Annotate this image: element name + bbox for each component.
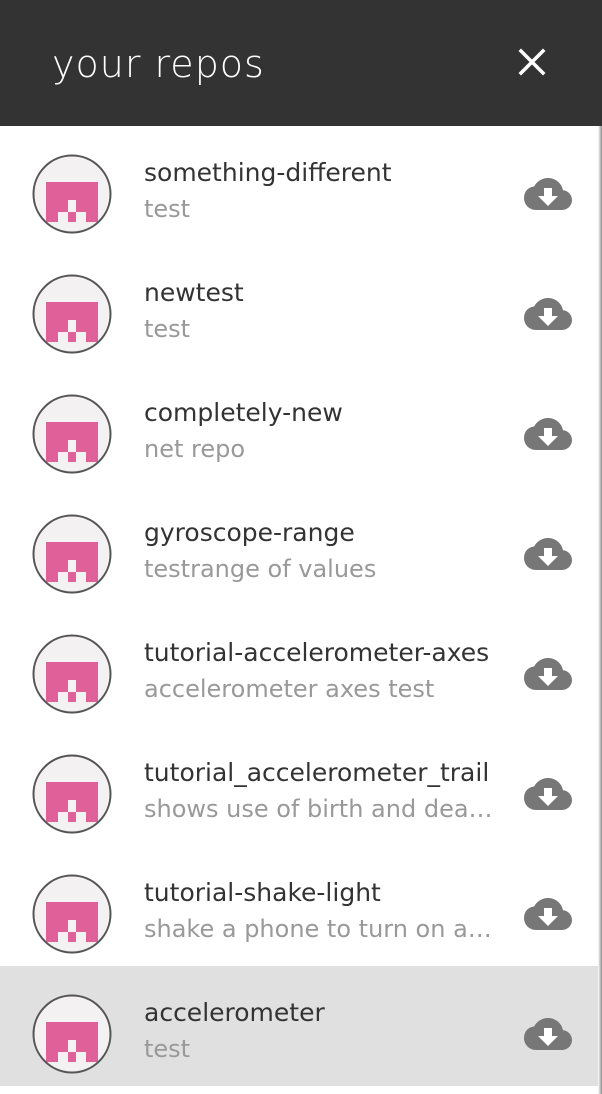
repo-name: tutorial_accelerometer_trail <box>144 758 490 787</box>
repo-avatar <box>32 394 112 474</box>
download-button[interactable] <box>524 1014 572 1054</box>
repo-description: accelerometer axes test <box>144 675 435 703</box>
header-bar: your repos <box>0 0 602 126</box>
repo-avatar <box>32 274 112 354</box>
identicon-avatar-icon <box>32 634 112 714</box>
download-button[interactable] <box>524 174 572 214</box>
repo-avatar <box>32 154 112 234</box>
repo-name: something-different <box>144 158 392 187</box>
repo-description: test <box>144 1035 191 1063</box>
download-button[interactable] <box>524 534 572 574</box>
repo-name: tutorial-accelerometer-axes <box>144 638 490 667</box>
identicon-avatar-icon <box>32 754 112 834</box>
page-title: your repos <box>52 42 265 86</box>
repo-list-item[interactable]: tutorial-shake-light shake a phone to tu… <box>0 846 598 966</box>
identicon-avatar-icon <box>32 274 112 354</box>
identicon-avatar-icon <box>32 994 112 1074</box>
cloud-download-icon <box>524 178 572 210</box>
cloud-download-icon <box>524 418 572 450</box>
identicon-avatar-icon <box>32 514 112 594</box>
repo-name: gyroscope-range <box>144 518 355 547</box>
repo-description: testrange of values <box>144 555 377 583</box>
download-button[interactable] <box>524 774 572 814</box>
repo-list-item[interactable]: completely-new net repo <box>0 366 598 486</box>
download-button[interactable] <box>524 294 572 334</box>
repo-list-item[interactable]: gyroscope-range testrange of values <box>0 486 598 606</box>
repo-list: something-different test newtest test co… <box>0 126 602 1094</box>
repo-list-item[interactable]: tutorial_accelerometer_trail shows use o… <box>0 726 598 846</box>
identicon-avatar-icon <box>32 874 112 954</box>
repo-avatar <box>32 874 112 954</box>
identicon-avatar-icon <box>32 154 112 234</box>
repo-description: shows use of birth and death… <box>144 795 494 823</box>
cloud-download-icon <box>524 778 572 810</box>
close-icon <box>518 48 546 76</box>
repo-description: test <box>144 195 191 223</box>
cloud-download-icon <box>524 898 572 930</box>
download-button[interactable] <box>524 654 572 694</box>
repo-avatar <box>32 514 112 594</box>
close-button[interactable] <box>508 38 556 86</box>
download-button[interactable] <box>524 894 572 934</box>
repo-list-item[interactable]: accelerometer test <box>0 966 598 1086</box>
repo-avatar <box>32 994 112 1074</box>
cloud-download-icon <box>524 538 572 570</box>
cloud-download-icon <box>524 1018 572 1050</box>
download-button[interactable] <box>524 414 572 454</box>
repo-list-item[interactable]: tutorial-accelerometer-axes acceleromete… <box>0 606 598 726</box>
cloud-download-icon <box>524 658 572 690</box>
repo-avatar <box>32 634 112 714</box>
repo-description: net repo <box>144 435 246 463</box>
repo-list-item[interactable]: something-different test <box>0 126 598 246</box>
repo-name: tutorial-shake-light <box>144 878 381 907</box>
cloud-download-icon <box>524 298 572 330</box>
repo-list-item[interactable]: newtest test <box>0 246 598 366</box>
identicon-avatar-icon <box>32 394 112 474</box>
repos-panel: your repos something-different test newt… <box>0 0 602 1094</box>
repo-avatar <box>32 754 112 834</box>
repo-description: test <box>144 315 191 343</box>
repo-name: accelerometer <box>144 998 325 1027</box>
repo-name: completely-new <box>144 398 343 427</box>
repo-description: shake a phone to turn on a li… <box>144 915 494 943</box>
repo-name: newtest <box>144 278 244 307</box>
